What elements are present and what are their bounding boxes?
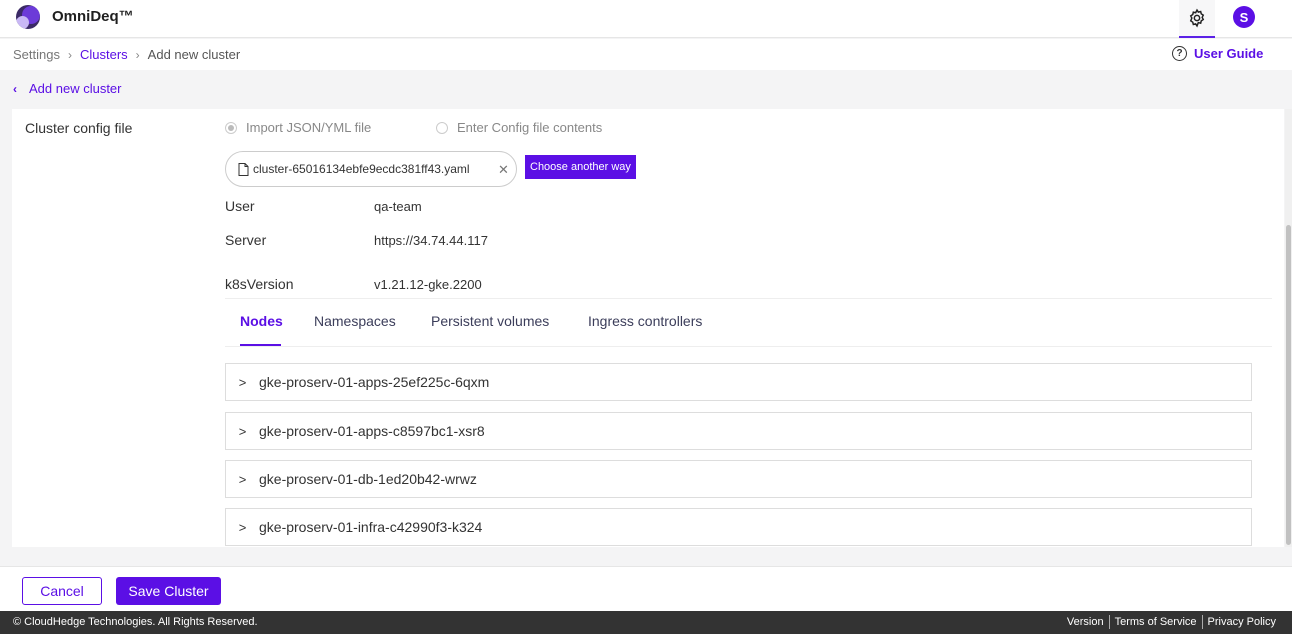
chevron-right-icon: >	[238, 471, 247, 487]
help-circle-icon: ?	[1172, 46, 1187, 61]
chevron-left-icon: ‹	[13, 81, 17, 96]
omnideq-logo	[16, 5, 40, 29]
chevron-right-icon: >	[238, 423, 247, 439]
breadcrumb-current: Add new cluster	[147, 47, 241, 62]
server-label: Server	[225, 232, 267, 248]
chevron-right-icon: ›	[135, 47, 140, 62]
footer-links: Version Terms of Service Privacy Policy	[1067, 615, 1276, 629]
user-guide-label: User Guide	[1194, 46, 1264, 61]
radio-import-file[interactable]: Import JSON/YML file	[225, 120, 371, 135]
chevron-right-icon: >	[238, 374, 247, 390]
footer-divider	[1108, 615, 1110, 629]
radio-selected-icon	[225, 121, 237, 134]
k8s-version-value: v1.21.12-gke.2200	[374, 277, 482, 292]
radio-enter-contents[interactable]: Enter Config file contents	[436, 120, 602, 135]
breadcrumb-bar: Settings › Clusters › Add new cluster ? …	[0, 39, 1292, 70]
radio-enter-label: Enter Config file contents	[457, 120, 603, 135]
cluster-tabs: Nodes Namespaces Persistent volumes Ingr…	[225, 298, 1272, 347]
chevron-right-icon: ›	[67, 47, 72, 62]
scrollbar-thumb[interactable]	[1286, 225, 1291, 545]
cluster-form-panel: Cluster config file Import JSON/YML file…	[12, 109, 1284, 547]
selected-file-chip: cluster-65016134ebfe9ecdc381ff43.yaml ✕	[225, 151, 517, 187]
panel-scrollbar[interactable]	[1285, 109, 1292, 547]
user-avatar[interactable]: S	[1233, 6, 1255, 28]
node-row[interactable]: > gke-proserv-01-db-1ed20b42-wrwz	[225, 460, 1252, 498]
node-row[interactable]: > gke-proserv-01-infra-c42990f3-k324	[225, 508, 1252, 546]
tab-ingress-controllers[interactable]: Ingress controllers	[588, 313, 702, 329]
footer: © CloudHedge Technologies. All Rights Re…	[0, 611, 1292, 634]
active-tab-indicator	[240, 344, 281, 346]
back-link-label: Add new cluster	[29, 81, 122, 96]
footer-link-version[interactable]: Version	[1067, 616, 1104, 628]
choose-another-way-button[interactable]: Choose another way	[525, 155, 636, 179]
tab-nodes[interactable]: Nodes	[240, 313, 283, 329]
node-name: gke-proserv-01-apps-25ef225c-6qxm	[259, 374, 490, 390]
settings-button[interactable]	[1179, 0, 1215, 38]
save-cluster-button[interactable]: Save Cluster	[116, 577, 221, 605]
node-name: gke-proserv-01-db-1ed20b42-wrwz	[259, 471, 477, 487]
server-value: https://34.74.44.117	[374, 233, 488, 248]
footer-link-privacy[interactable]: Privacy Policy	[1208, 616, 1276, 628]
radio-unselected-icon	[436, 121, 448, 134]
radio-import-label: Import JSON/YML file	[246, 120, 372, 135]
back-link[interactable]: ‹ Add new cluster	[13, 81, 122, 96]
breadcrumb-settings[interactable]: Settings	[13, 47, 60, 62]
node-row[interactable]: > gke-proserv-01-apps-25ef225c-6qxm	[225, 363, 1252, 401]
form-actions: Cancel Save Cluster	[0, 566, 1292, 611]
node-name: gke-proserv-01-apps-c8597bc1-xsr8	[259, 423, 485, 439]
footer-divider	[1201, 615, 1203, 629]
node-row[interactable]: > gke-proserv-01-apps-c8597bc1-xsr8	[225, 412, 1252, 450]
cancel-button[interactable]: Cancel	[22, 577, 102, 605]
file-name: cluster-65016134ebfe9ecdc381ff43.yaml	[253, 162, 470, 176]
footer-link-terms[interactable]: Terms of Service	[1115, 616, 1197, 628]
close-icon[interactable]: ✕	[498, 162, 509, 178]
tab-persistent-volumes[interactable]: Persistent volumes	[431, 313, 549, 329]
tab-namespaces[interactable]: Namespaces	[314, 313, 396, 329]
breadcrumb-clusters[interactable]: Clusters	[80, 47, 128, 62]
user-label: User	[225, 198, 255, 214]
breadcrumb: Settings › Clusters › Add new cluster	[13, 47, 240, 62]
user-guide-link[interactable]: ? User Guide	[1172, 46, 1263, 61]
chevron-right-icon: >	[238, 519, 247, 535]
cluster-config-label: Cluster config file	[25, 120, 133, 136]
node-name: gke-proserv-01-infra-c42990f3-k324	[259, 519, 483, 535]
gear-icon	[1189, 8, 1205, 28]
copyright-text: © CloudHedge Technologies. All Rights Re…	[13, 616, 258, 628]
file-icon	[238, 162, 249, 176]
top-bar: OmniDeq™ S	[0, 0, 1292, 38]
brand-name: OmniDeq™	[52, 8, 134, 25]
k8s-version-label: k8sVersion	[225, 276, 294, 292]
user-value: qa-team	[374, 199, 422, 214]
